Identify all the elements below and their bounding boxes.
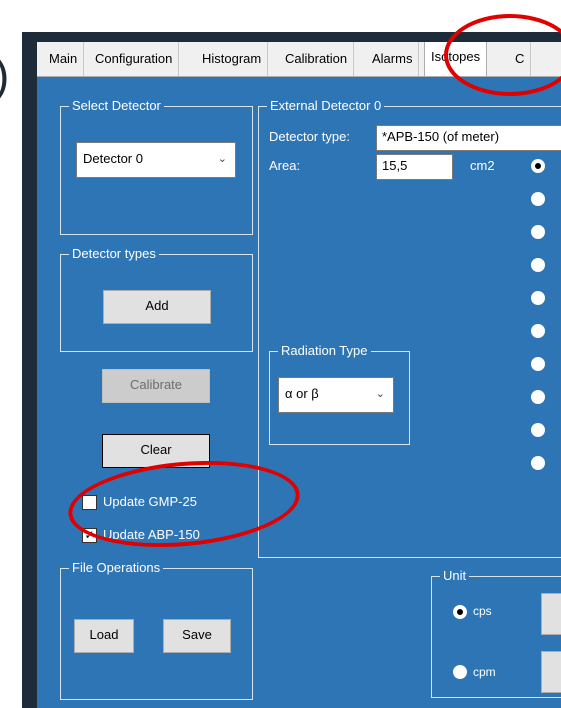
area-unit-label: cm2 xyxy=(470,158,495,173)
settings-window: Main Configuration Histogram Calibration… xyxy=(37,42,561,708)
isotope-radio[interactable] xyxy=(531,258,545,272)
tab-calibration[interactable]: Calibration xyxy=(279,42,355,76)
unit-cpm-button[interactable] xyxy=(541,651,561,693)
isotope-radio[interactable] xyxy=(531,324,545,338)
chevron-down-icon: ⌄ xyxy=(217,153,227,165)
partial-bracket-glyph: ) xyxy=(0,48,9,102)
radiation-type-select[interactable]: α or β ⌄ xyxy=(278,377,394,413)
isotope-radio[interactable] xyxy=(531,159,545,173)
unit-cpm-label: cpm xyxy=(473,665,496,679)
isotope-radio[interactable] xyxy=(531,390,545,404)
radiation-type-title: Radiation Type xyxy=(278,343,371,359)
add-detector-type-button[interactable]: Add xyxy=(103,290,211,324)
tab-configuration[interactable]: Configuration xyxy=(89,42,180,76)
isotope-radio[interactable] xyxy=(531,225,545,239)
unit-group: Unit cps cpm xyxy=(431,568,561,698)
area-input[interactable]: 15,5 xyxy=(376,154,453,180)
tab-main[interactable]: Main xyxy=(43,42,85,76)
window-left-frame xyxy=(22,32,37,708)
external-detector-group: External Detector 0 Detector type: *APB-… xyxy=(258,98,561,558)
isotope-radio[interactable] xyxy=(531,456,545,470)
unit-cps-label: cps xyxy=(473,604,492,618)
external-detector-title: External Detector 0 xyxy=(267,98,385,114)
detector-select-value: Detector 0 xyxy=(83,151,143,166)
load-button[interactable]: Load xyxy=(74,619,134,653)
area-label: Area: xyxy=(269,158,301,173)
select-detector-group: Select Detector Detector 0 ⌄ xyxy=(60,98,253,235)
isotope-radio[interactable] xyxy=(531,423,545,437)
detector-type-label: Detector type: xyxy=(269,129,350,144)
detector-type-field[interactable]: *APB-150 (of meter) xyxy=(376,125,561,151)
calibrate-button[interactable]: Calibrate xyxy=(102,369,210,403)
unit-title: Unit xyxy=(440,568,470,584)
radiation-type-group: Radiation Type α or β ⌄ xyxy=(269,343,410,445)
tab-histogram[interactable]: Histogram xyxy=(196,42,269,76)
isotopes-panel: Select Detector Detector 0 ⌄ Detector ty… xyxy=(37,76,561,708)
save-button[interactable]: Save xyxy=(163,619,231,653)
chevron-down-icon: ⌄ xyxy=(375,388,385,400)
isotope-radio[interactable] xyxy=(531,192,545,206)
radiation-type-value: α or β xyxy=(285,386,319,401)
isotope-radio[interactable] xyxy=(531,291,545,305)
file-operations-title: File Operations xyxy=(69,560,164,576)
isotope-radio[interactable] xyxy=(531,357,545,371)
unit-cps-button[interactable] xyxy=(541,593,561,635)
unit-cps-radio[interactable] xyxy=(453,605,467,619)
file-operations-group: File Operations Load Save xyxy=(60,560,253,700)
detector-select[interactable]: Detector 0 ⌄ xyxy=(76,142,236,178)
unit-cpm-radio[interactable] xyxy=(453,665,467,679)
detector-types-group: Detector types Add xyxy=(60,246,253,352)
detector-types-title: Detector types xyxy=(69,246,159,262)
select-detector-title: Select Detector xyxy=(69,98,164,114)
tab-alarms[interactable]: Alarms xyxy=(366,42,420,76)
